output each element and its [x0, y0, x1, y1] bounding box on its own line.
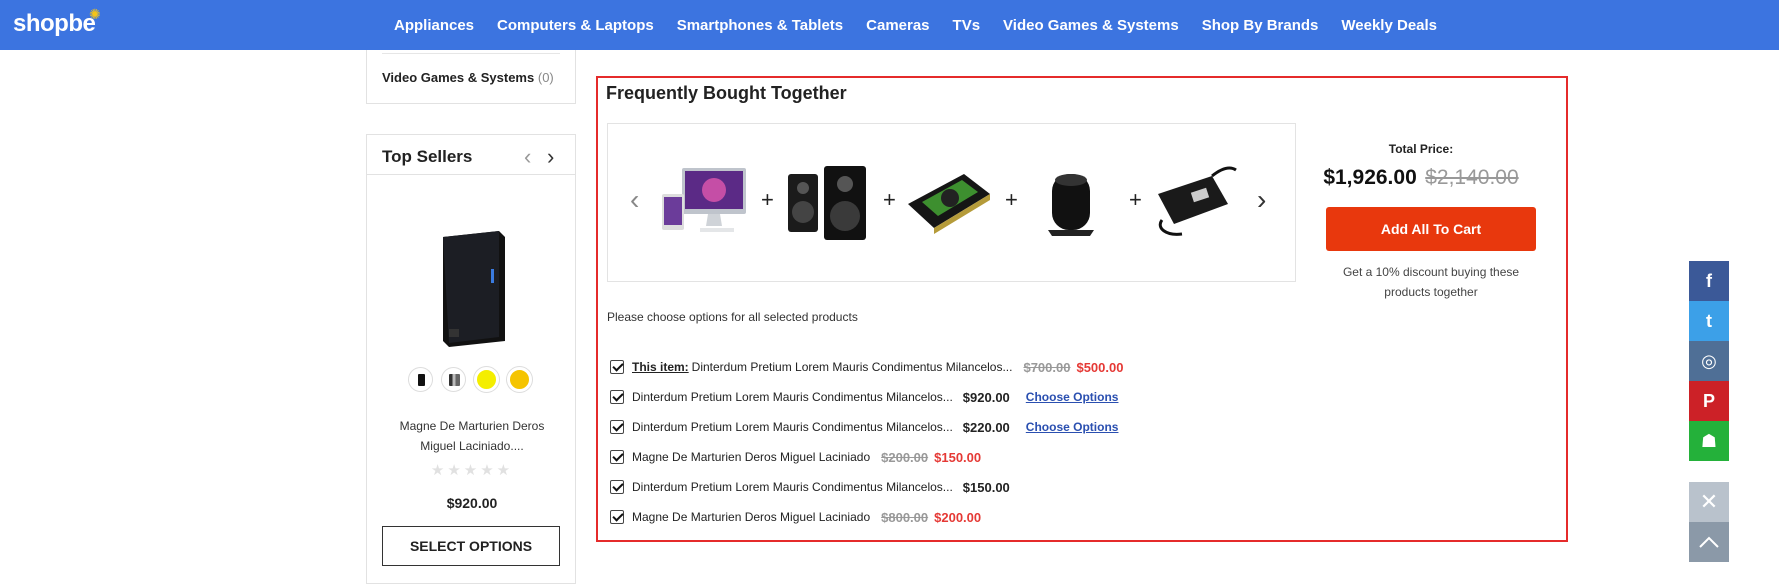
top-sellers-header: Top Sellers ‹ ›	[367, 135, 575, 175]
twitter-icon[interactable]: t	[1689, 301, 1729, 341]
item-name[interactable]: Dinterdum Pretium Lorem Mauris Condiment…	[632, 390, 953, 404]
imac-icon[interactable]	[660, 164, 750, 242]
fbt-title: Frequently Bought Together	[606, 83, 847, 103]
scroll-to-top-button[interactable]	[1689, 522, 1729, 562]
plus-sign: +	[1005, 187, 1018, 212]
nav-cameras[interactable]: Cameras	[866, 17, 929, 34]
category-count: (0)	[537, 70, 554, 85]
bundle-item: Dinterdum Pretium Lorem Mauris Condiment…	[610, 382, 1123, 412]
product-price: $920.00	[446, 495, 498, 511]
item-price: $150.00	[962, 479, 1010, 495]
plus-sign: +	[883, 187, 896, 212]
discount-note: Get a 10% discount buying these products…	[1342, 265, 1520, 299]
main-nav: Appliances Computers & Laptops Smartphon…	[394, 0, 1460, 50]
item-checkbox[interactable]	[610, 510, 624, 524]
top-navigation-bar: shopbe ✺ Appliances Computers & Laptops S…	[0, 0, 1779, 50]
nav-appliances[interactable]: Appliances	[394, 17, 474, 34]
item-price: $920.00	[962, 389, 1010, 405]
rating-stars: ★★★★★	[430, 462, 514, 479]
facebook-icon[interactable]: f	[1689, 261, 1729, 301]
item-sale-price: $150.00	[934, 449, 982, 465]
item-name[interactable]: Magne De Marturien Deros Miguel Laciniad…	[632, 510, 870, 524]
chevron-right-icon[interactable]: ›	[547, 144, 554, 170]
item-old-price: $800.00	[881, 509, 929, 525]
total-price-label: Total Price:	[1388, 142, 1454, 156]
item-sale-price: $200.00	[934, 509, 982, 525]
speakers-icon[interactable]	[780, 164, 870, 242]
nav-shop-by-brands[interactable]: Shop By Brands	[1202, 17, 1319, 34]
item-checkbox[interactable]	[610, 450, 624, 464]
bundle-item: Dinterdum Pretium Lorem Mauris Condiment…	[610, 412, 1123, 442]
this-item-label: This item:	[632, 360, 689, 374]
social-share-bar: f t ◎ P ☗	[1689, 261, 1729, 461]
color-swatches	[408, 367, 532, 392]
close-icon[interactable]: ✕	[1689, 482, 1729, 522]
bundle-item-list: This item: Dinterdum Pretium Lorem Mauri…	[610, 352, 1123, 532]
item-old-price: $700.00	[1023, 359, 1071, 375]
frequently-bought-together: Frequently Bought Together ‹ + + + + › T…	[596, 76, 1568, 542]
item-name[interactable]: Dinterdum Pretium Lorem Mauris Condiment…	[692, 360, 1013, 374]
chevron-up-icon	[1699, 536, 1719, 548]
swatch-gold[interactable]	[507, 367, 532, 392]
category-list: Video Games & Systems (0)	[366, 50, 576, 104]
divider	[382, 53, 560, 54]
swatch-multi[interactable]	[441, 367, 466, 392]
item-checkbox[interactable]	[610, 360, 624, 374]
choose-options-note: Please choose options for all selected p…	[607, 310, 858, 324]
top-sellers-title: Top Sellers	[382, 147, 473, 166]
item-name[interactable]: Magne De Marturien Deros Miguel Laciniad…	[632, 450, 870, 464]
chevron-left-icon[interactable]: ‹	[524, 144, 531, 170]
shopbe-logo[interactable]: shopbe ✺	[13, 6, 101, 38]
item-checkbox[interactable]	[610, 480, 624, 494]
item-price: $220.00	[962, 419, 1010, 435]
hard-drive-product-image[interactable]	[433, 225, 509, 349]
nav-smartphones-tablets[interactable]: Smartphones & Tablets	[677, 17, 843, 34]
choose-options-link[interactable]: Choose Options	[1026, 390, 1119, 404]
swatch-black[interactable]	[408, 367, 433, 392]
total-price-current: $1,926.00	[1323, 166, 1417, 189]
nav-weekly-deals[interactable]: Weekly Deals	[1341, 17, 1437, 34]
item-name[interactable]: Dinterdum Pretium Lorem Mauris Condiment…	[632, 420, 953, 434]
swatch-yellow[interactable]	[474, 367, 499, 392]
nav-computers-laptops[interactable]: Computers & Laptops	[497, 17, 654, 34]
carousel-prev-icon[interactable]: ‹	[630, 184, 639, 216]
item-checkbox[interactable]	[610, 390, 624, 404]
logo-spark-icon: ✺	[89, 6, 101, 22]
mac-pro-icon[interactable]	[1028, 164, 1118, 242]
total-price: $1,926.00 $2,140.00	[1316, 166, 1526, 190]
snapchat-icon[interactable]: ☗	[1689, 421, 1729, 461]
top-sellers-widget: Top Sellers ‹ › Magne De Marturien Deros…	[366, 134, 576, 584]
item-old-price: $200.00	[881, 449, 929, 465]
graphics-card-icon[interactable]	[904, 164, 994, 242]
nav-video-games-systems[interactable]: Video Games & Systems	[1003, 17, 1179, 34]
add-all-to-cart-button[interactable]: Add All To Cart	[1326, 207, 1536, 251]
choose-options-link[interactable]: Choose Options	[1026, 420, 1119, 434]
bundle-item: This item: Dinterdum Pretium Lorem Mauri…	[610, 352, 1123, 382]
instagram-icon[interactable]: ◎	[1689, 341, 1729, 381]
select-options-button[interactable]: SELECT OPTIONS	[382, 526, 560, 566]
carousel-next-icon[interactable]: ›	[1257, 184, 1266, 216]
power-adapter-icon[interactable]	[1148, 164, 1238, 242]
product-name[interactable]: Magne De Marturien Deros Miguel Laciniad…	[382, 416, 562, 456]
item-sale-price: $500.00	[1076, 359, 1124, 375]
category-item-video-games[interactable]: Video Games & Systems (0)	[382, 70, 554, 85]
item-name[interactable]: Dinterdum Pretium Lorem Mauris Condiment…	[632, 480, 953, 494]
plus-sign: +	[1129, 187, 1142, 212]
bundle-item: Magne De Marturien Deros Miguel Laciniad…	[610, 442, 1123, 472]
total-price-original: $2,140.00	[1425, 166, 1519, 189]
bundle-item: Magne De Marturien Deros Miguel Laciniad…	[610, 502, 1123, 532]
pinterest-icon[interactable]: P	[1689, 381, 1729, 421]
nav-tvs[interactable]: TVs	[953, 17, 981, 34]
bundle-item: Dinterdum Pretium Lorem Mauris Condiment…	[610, 472, 1123, 502]
bundle-carousel: ‹ + + + + ›	[607, 123, 1296, 282]
plus-sign: +	[761, 187, 774, 212]
item-checkbox[interactable]	[610, 420, 624, 434]
